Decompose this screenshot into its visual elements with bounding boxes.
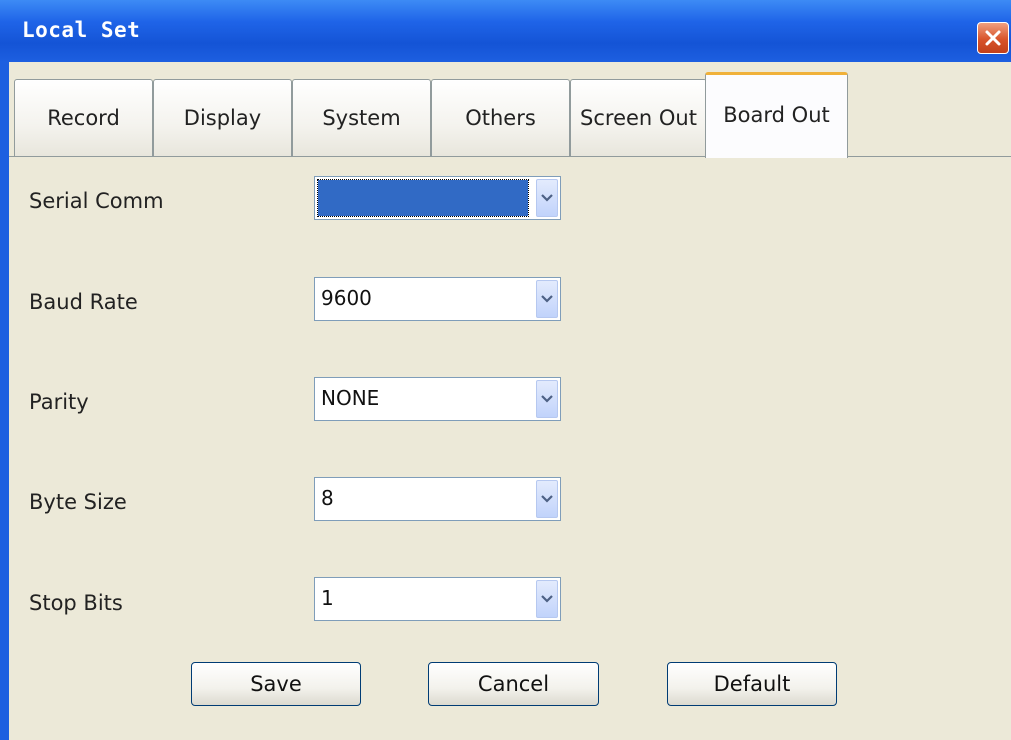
chevron-down-icon — [541, 495, 553, 503]
save-button[interactable]: Save — [191, 662, 361, 706]
close-icon — [985, 30, 1001, 46]
window-title: Local Set — [22, 18, 141, 42]
cancel-button[interactable]: Cancel — [428, 662, 599, 706]
serial-comm-select[interactable] — [314, 176, 561, 220]
tab-record[interactable]: Record — [14, 79, 153, 156]
tab-board-out[interactable]: Board Out — [705, 72, 848, 158]
tab-screen-out[interactable]: Screen Out — [570, 79, 707, 156]
byte-size-dropdown-button[interactable] — [536, 480, 558, 518]
baud-rate-label: Baud Rate — [29, 290, 138, 314]
chevron-down-icon — [541, 595, 553, 603]
stop-bits-value: 1 — [321, 586, 334, 610]
local-set-window: Local Set Record Display System Others S… — [0, 0, 1011, 740]
tab-strip-baseline — [9, 156, 1011, 157]
close-button[interactable] — [977, 22, 1009, 54]
stop-bits-label: Stop Bits — [29, 591, 123, 615]
chevron-down-icon — [541, 194, 553, 202]
tab-others[interactable]: Others — [431, 79, 570, 156]
title-bar[interactable]: Local Set — [0, 0, 1011, 62]
baud-rate-value: 9600 — [321, 286, 372, 310]
parity-dropdown-button[interactable] — [536, 380, 558, 418]
serial-comm-dropdown-button[interactable] — [536, 179, 558, 217]
tab-system[interactable]: System — [292, 79, 431, 156]
dialog-client-area: Record Display System Others Screen Out … — [9, 62, 1011, 740]
parity-select[interactable]: NONE — [314, 377, 561, 421]
tab-strip: Record Display System Others Screen Out … — [9, 62, 1011, 158]
tab-display[interactable]: Display — [153, 79, 292, 156]
baud-rate-dropdown-button[interactable] — [536, 280, 558, 318]
parity-label: Parity — [29, 390, 89, 414]
stop-bits-select[interactable]: 1 — [314, 577, 561, 621]
chevron-down-icon — [541, 395, 553, 403]
stop-bits-dropdown-button[interactable] — [536, 580, 558, 618]
default-button[interactable]: Default — [667, 662, 837, 706]
chevron-down-icon — [541, 295, 553, 303]
byte-size-value: 8 — [321, 486, 334, 510]
parity-value: NONE — [321, 386, 380, 410]
serial-comm-selection-highlight — [317, 179, 529, 217]
byte-size-select[interactable]: 8 — [314, 477, 561, 521]
serial-comm-label: Serial Comm — [29, 189, 164, 213]
baud-rate-select[interactable]: 9600 — [314, 277, 561, 321]
byte-size-label: Byte Size — [29, 490, 127, 514]
